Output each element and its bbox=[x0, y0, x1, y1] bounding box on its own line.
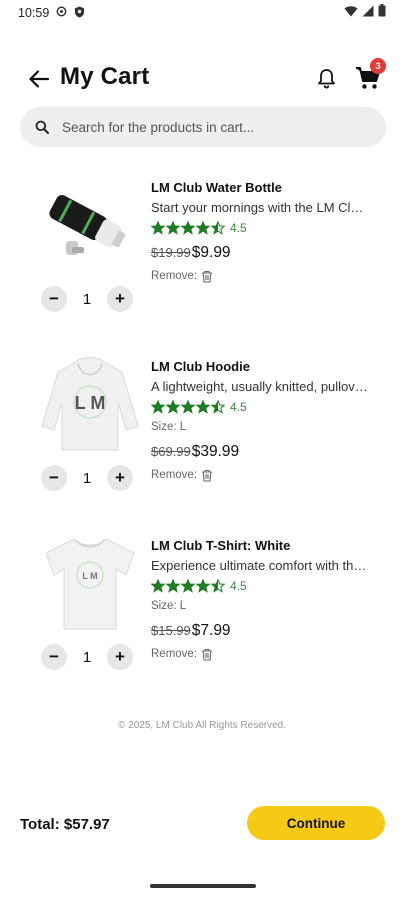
star-icon bbox=[196, 400, 210, 414]
app-header: My Cart 3 bbox=[0, 58, 404, 98]
checkout-bar: Total: $57.97 Continue bbox=[0, 806, 404, 842]
rating-row: 4.5 bbox=[151, 397, 376, 417]
rating-value: 4.5 bbox=[230, 221, 247, 235]
search-bar[interactable] bbox=[20, 107, 386, 147]
hoodie-image: L M bbox=[41, 357, 139, 451]
quantity-stepper: − 1 + bbox=[41, 465, 133, 491]
item-name: LM Club Water Bottle bbox=[151, 180, 282, 195]
cart-count-badge: 3 bbox=[370, 58, 386, 74]
quantity-value: 1 bbox=[82, 290, 92, 308]
quantity-value: 1 bbox=[82, 648, 92, 666]
item-description: Experience ultimate comfort with the LM … bbox=[151, 558, 369, 573]
wifi-icon bbox=[344, 4, 358, 22]
cart-item: − 1 + LM Club Water Bottle Start your mo… bbox=[0, 178, 404, 328]
star-icon bbox=[181, 579, 195, 593]
original-price: $69.99 bbox=[151, 444, 191, 459]
star-icon bbox=[166, 400, 180, 414]
battery-icon bbox=[378, 4, 386, 22]
increase-quantity-button[interactable]: + bbox=[107, 286, 133, 312]
item-size: Size: L bbox=[151, 600, 187, 612]
item-info: LM Club Hoodie A lightweight, usually kn… bbox=[151, 357, 376, 485]
rating-value: 4.5 bbox=[230, 579, 247, 593]
continue-button[interactable]: Continue bbox=[247, 806, 385, 840]
rating-stars bbox=[151, 400, 225, 414]
back-arrow-icon bbox=[29, 70, 49, 88]
remove-label: Remove: bbox=[151, 469, 198, 481]
price-row: $19.99 $9.99 bbox=[151, 240, 376, 266]
original-price: $15.99 bbox=[151, 623, 191, 638]
star-icon bbox=[151, 221, 165, 235]
star-icon bbox=[181, 400, 195, 414]
item-name: LM Club T-Shirt: White bbox=[151, 538, 291, 553]
item-info: LM Club Water Bottle Start your mornings… bbox=[151, 178, 376, 286]
shield-icon bbox=[74, 6, 85, 21]
star-icon bbox=[166, 579, 180, 593]
search-icon bbox=[34, 119, 50, 135]
rating-row: 4.5 bbox=[151, 576, 376, 596]
price-row: $15.99 $7.99 bbox=[151, 618, 376, 644]
sale-price: $9.99 bbox=[191, 244, 231, 261]
decrease-quantity-button[interactable]: − bbox=[41, 465, 67, 491]
rating-stars bbox=[151, 579, 225, 593]
cart-item: L M − 1 + LM Club Hoodie A lightweight, … bbox=[0, 357, 404, 507]
rating-value: 4.5 bbox=[230, 400, 247, 414]
cart-item: L M − 1 + LM Club T-Shirt: White Experie… bbox=[0, 536, 404, 686]
copyright-text: © 2025, LM Club All Rights Reserved. bbox=[117, 720, 286, 731]
page-title: My Cart bbox=[60, 63, 150, 90]
original-price: $19.99 bbox=[151, 245, 191, 260]
star-icon bbox=[196, 579, 210, 593]
remove-label: Remove: bbox=[151, 270, 198, 282]
quantity-stepper: − 1 + bbox=[41, 286, 133, 312]
item-info: LM Club T-Shirt: White Experience ultima… bbox=[151, 536, 376, 664]
trash-icon[interactable] bbox=[200, 648, 213, 661]
remove-label: Remove: bbox=[151, 648, 198, 660]
svg-text:L M: L M bbox=[82, 571, 97, 581]
star-icon bbox=[211, 221, 225, 235]
trash-icon[interactable] bbox=[200, 270, 213, 283]
star-icon bbox=[196, 221, 210, 235]
trash-icon[interactable] bbox=[200, 469, 213, 482]
star-icon bbox=[211, 400, 225, 414]
tshirt-image: L M bbox=[45, 538, 135, 630]
remove-button[interactable]: Remove: bbox=[151, 644, 376, 664]
bell-icon bbox=[317, 68, 335, 89]
item-name: LM Club Hoodie bbox=[151, 359, 250, 374]
status-time: 10:59 bbox=[18, 6, 50, 20]
rating-row: 4.5 bbox=[151, 218, 376, 238]
remove-button[interactable]: Remove: bbox=[151, 465, 376, 485]
back-button[interactable] bbox=[26, 66, 52, 92]
item-description: A lightweight, usually knitted, pullover… bbox=[151, 379, 369, 394]
price-row: $69.99 $39.99 bbox=[151, 439, 376, 465]
rating-stars bbox=[151, 221, 225, 235]
notifications-button[interactable] bbox=[314, 66, 338, 90]
cart-total: Total: $57.97 bbox=[20, 816, 110, 833]
signal-icon bbox=[362, 4, 374, 22]
star-icon bbox=[211, 579, 225, 593]
decrease-quantity-button[interactable]: − bbox=[41, 644, 67, 670]
search-input[interactable] bbox=[62, 119, 352, 135]
sale-price: $39.99 bbox=[191, 443, 240, 460]
product-image[interactable] bbox=[38, 178, 142, 272]
svg-text:L M: L M bbox=[75, 393, 106, 413]
star-icon bbox=[166, 221, 180, 235]
remove-button[interactable]: Remove: bbox=[151, 266, 376, 286]
product-image[interactable]: L M bbox=[38, 357, 142, 451]
home-indicator[interactable] bbox=[150, 884, 256, 888]
item-description: Start your mornings with the LM Club Wat… bbox=[151, 200, 369, 215]
star-icon bbox=[151, 579, 165, 593]
settings-icon bbox=[56, 6, 67, 20]
sale-price: $7.99 bbox=[191, 622, 231, 639]
increase-quantity-button[interactable]: + bbox=[107, 465, 133, 491]
product-image[interactable]: L M bbox=[38, 536, 142, 630]
quantity-stepper: − 1 + bbox=[41, 644, 133, 670]
item-size: Size: L bbox=[151, 421, 187, 433]
increase-quantity-button[interactable]: + bbox=[107, 644, 133, 670]
status-bar: 10:59 bbox=[0, 0, 404, 26]
star-icon bbox=[181, 221, 195, 235]
decrease-quantity-button[interactable]: − bbox=[41, 286, 67, 312]
quantity-value: 1 bbox=[82, 469, 92, 487]
star-icon bbox=[151, 400, 165, 414]
water-bottle-image bbox=[49, 195, 126, 255]
cart-button[interactable]: 3 bbox=[354, 58, 386, 92]
